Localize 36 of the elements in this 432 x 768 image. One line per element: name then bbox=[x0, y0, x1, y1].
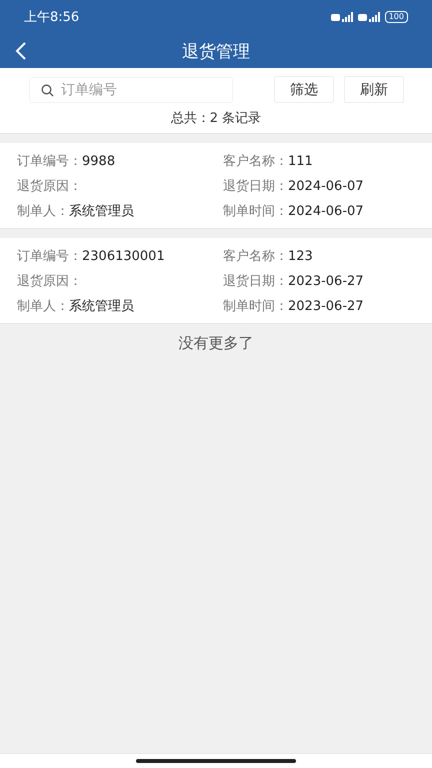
record-count: 总共：2 条记录 bbox=[170, 111, 262, 126]
field-value: 2023-06-27 bbox=[288, 274, 364, 289]
field-label: 退货日期： bbox=[223, 179, 288, 194]
field-label: 订单编号： bbox=[17, 249, 82, 264]
toolbar-button[interactable]: 刷新 bbox=[344, 76, 404, 103]
field-label: 客户名称： bbox=[223, 249, 288, 264]
field-label: 制单时间： bbox=[223, 299, 288, 314]
field-value: 2023-06-27 bbox=[288, 299, 364, 314]
signal-icon bbox=[358, 12, 380, 22]
field-label: 订单编号： bbox=[17, 154, 82, 169]
toolbar-button[interactable]: 筛选 bbox=[274, 76, 334, 103]
field-label: 制单时间： bbox=[223, 204, 288, 219]
field-label: 客户名称： bbox=[223, 154, 288, 169]
search-icon bbox=[41, 84, 54, 96]
field-value: 2024-06-07 bbox=[288, 179, 364, 194]
field-value: 2306130001 bbox=[82, 249, 165, 264]
field-label: 退货日期： bbox=[223, 274, 288, 289]
battery-level: 100 bbox=[384, 11, 408, 23]
field-value: 2024-06-07 bbox=[288, 204, 364, 219]
return-record-card[interactable]: 订单编号：2306130001 客户名称：123 退货原因： 退货日期：2023-06-27 制单人：系统管理员 制单时间：2023-06-27 bbox=[0, 238, 432, 324]
back-icon[interactable] bbox=[14, 42, 28, 60]
page-title: 退货管理 bbox=[182, 40, 250, 62]
field-value: 系统管理员 bbox=[69, 204, 134, 219]
status-time: 上午8:56 bbox=[24, 9, 80, 26]
search-field[interactable]: 订单编号 bbox=[29, 76, 233, 102]
end-of-list-text: 没有更多了 bbox=[178, 334, 254, 352]
field-label: 制单人： bbox=[17, 204, 69, 219]
return-record-card[interactable]: 订单编号：9988 客户名称：111 退货原因： 退货日期：2024-06-07 制单人：系统管理员 制单时间：2024-06-07 bbox=[0, 143, 432, 229]
field-value: 9988 bbox=[82, 154, 116, 169]
field-label: 退货原因： bbox=[17, 179, 82, 194]
field-label: 退货原因： bbox=[17, 274, 82, 289]
field-value: 系统管理员 bbox=[69, 299, 134, 314]
signal-icon bbox=[330, 12, 353, 22]
field-value: 123 bbox=[288, 249, 313, 264]
field-value: 111 bbox=[288, 154, 313, 169]
field-label: 制单人： bbox=[17, 299, 69, 314]
